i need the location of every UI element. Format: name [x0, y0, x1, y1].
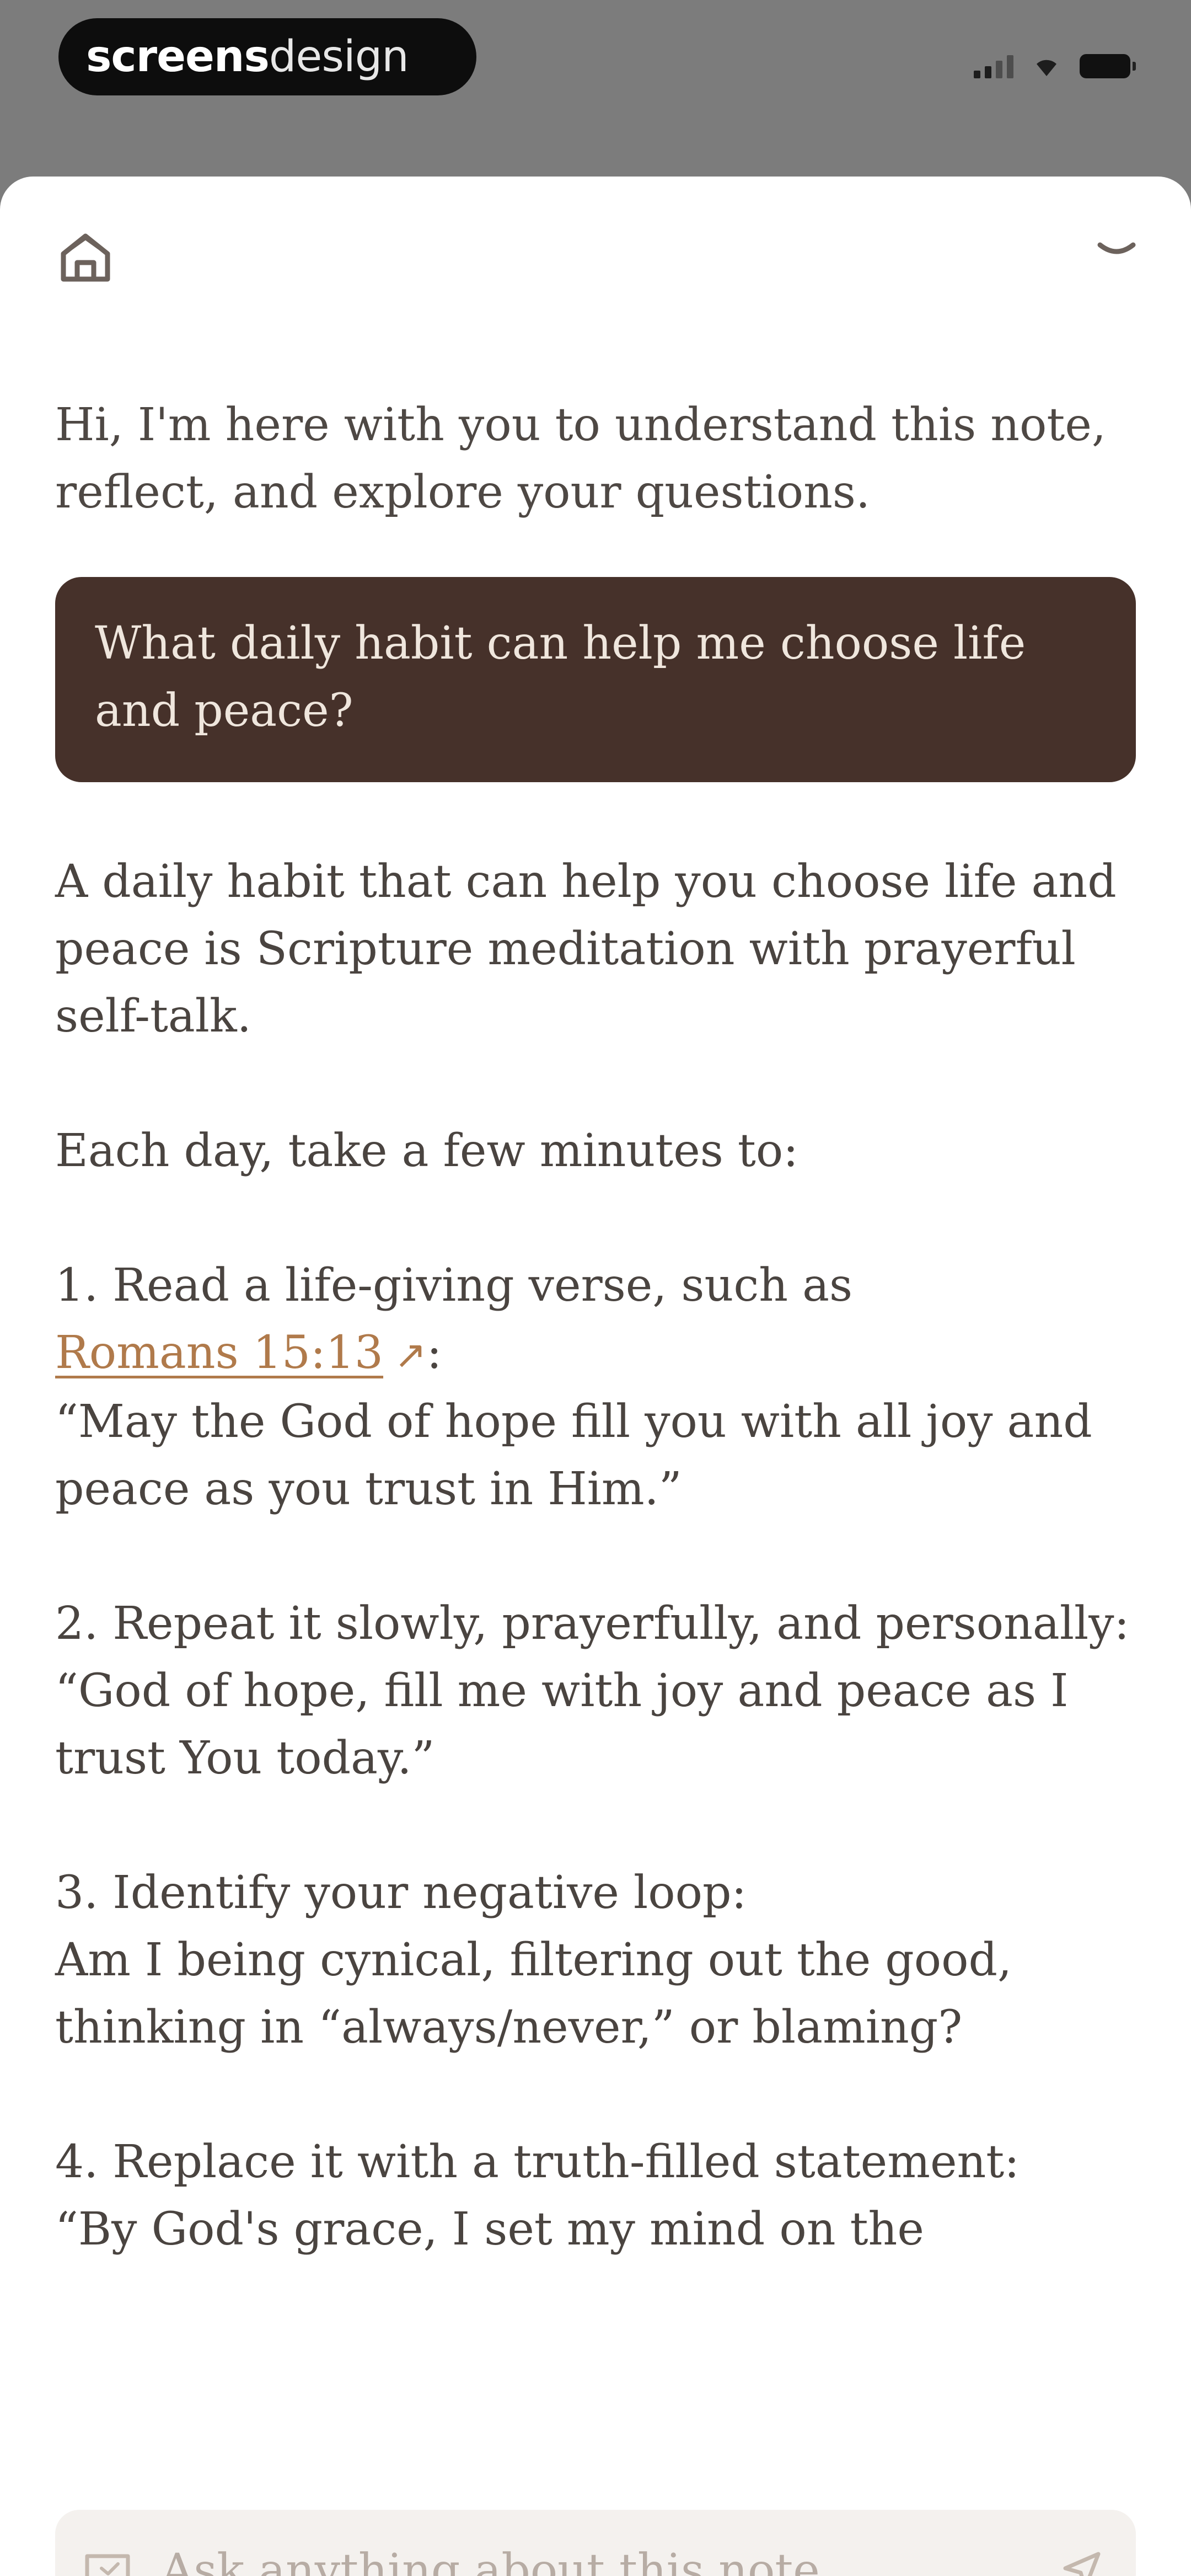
chat-transcript: Hi, I'm here with you to understand this…: [55, 392, 1136, 2263]
note-assistant-sheet: Hi, I'm here with you to understand this…: [0, 177, 1191, 2576]
answer-paragraph: Each day, take a few minutes to:: [55, 1125, 798, 1177]
verse-link[interactable]: Romans 15:13: [55, 1327, 383, 1379]
status-bar: screensdesign: [0, 0, 1191, 177]
answer-step-title: 4. Replace it with a truth-filled statem…: [55, 2136, 1020, 2188]
answer-text: Am I being cynical, filtering out the go…: [55, 1934, 1027, 2054]
home-icon[interactable]: [55, 226, 116, 287]
wifi-icon: [1037, 60, 1056, 76]
verse-line: Romans 15:13 ↗:: [55, 1319, 1136, 1388]
sheet-header: [0, 177, 1191, 320]
verse-link-suffix: :: [426, 1327, 442, 1379]
answer-step-title: 1. Read a life-giving verse, such as: [55, 1259, 853, 1312]
external-link-icon[interactable]: ↗: [394, 1321, 427, 1388]
cellular-signal-icon: [974, 54, 1013, 78]
send-icon[interactable]: [1060, 2548, 1104, 2576]
battery-icon: [1080, 54, 1136, 78]
user-message-bubble: What daily habit can help me choose life…: [55, 577, 1136, 782]
assistant-answer: A daily habit that can help you choose l…: [55, 848, 1136, 2263]
answer-quote: “God of hope, fill me with joy and peace…: [55, 1665, 1083, 1784]
watermark-badge: screensdesign: [58, 18, 476, 95]
composer-bar[interactable]: [55, 2510, 1136, 2576]
composer-area: [0, 2273, 1191, 2576]
answer-text: “By God's grace, I set my mind on the: [55, 2203, 924, 2256]
watermark-light-text: design: [269, 32, 409, 82]
assistant-intro-message: Hi, I'm here with you to understand this…: [55, 399, 1121, 519]
watermark-bold-text: screens: [86, 32, 270, 82]
answer-step-title: 3. Identify your negative loop:: [55, 1867, 747, 1919]
status-icons: [974, 50, 1136, 83]
answer-quote: “May the God of hope fill you with all j…: [55, 1396, 1107, 1515]
answer-paragraph: A daily habit that can help you choose l…: [55, 856, 1131, 1043]
chevron-down-icon[interactable]: [1095, 237, 1139, 265]
answer-step-title: 2. Repeat it slowly, prayerfully, and pe…: [55, 1597, 1130, 1650]
ask-input[interactable]: [160, 2510, 1015, 2576]
app-screen: screensdesign Hi, I'm here with you to u…: [0, 0, 1191, 2576]
chat-icon: [85, 2554, 130, 2576]
